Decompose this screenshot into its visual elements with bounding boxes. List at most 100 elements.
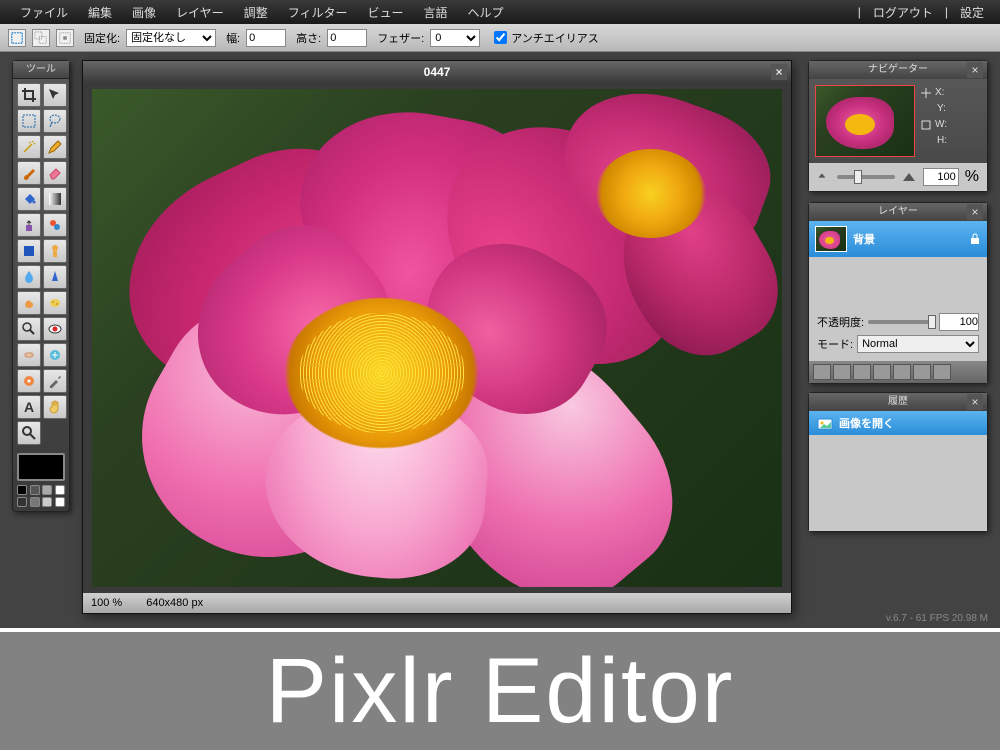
redeye-tool-icon[interactable] xyxy=(43,317,67,341)
clone-tool-icon[interactable] xyxy=(17,213,41,237)
navigator-thumbnail[interactable] xyxy=(815,85,915,157)
smudge-tool-icon[interactable] xyxy=(17,291,41,315)
navigator-title[interactable]: ナビゲーター × xyxy=(809,61,987,79)
swatch[interactable] xyxy=(42,485,52,495)
sharpen-tool-icon[interactable] xyxy=(43,265,67,289)
zoom-suffix: % xyxy=(965,168,979,186)
navigator-panel: ナビゲーター × X: Y: W: H: % xyxy=(808,60,988,192)
history-item[interactable]: 画像を開く xyxy=(809,411,987,435)
deform-tool-icon[interactable] xyxy=(43,239,67,263)
eraser-tool-icon[interactable] xyxy=(43,161,67,185)
close-icon[interactable]: × xyxy=(967,62,983,78)
selection-mode-add-icon[interactable] xyxy=(32,29,50,47)
pinch-tool-icon[interactable] xyxy=(17,369,41,393)
new-layer-icon[interactable] xyxy=(813,364,831,380)
canvas-dimensions: 640x480 px xyxy=(146,597,203,609)
brush-tool-icon[interactable] xyxy=(17,161,41,185)
lasso-tool-icon[interactable] xyxy=(43,109,67,133)
close-icon[interactable]: × xyxy=(967,204,983,220)
opacity-slider[interactable] xyxy=(868,320,935,324)
zoom-level: 100 % xyxy=(91,597,122,609)
width-input[interactable] xyxy=(246,29,286,47)
foreground-color[interactable] xyxy=(17,453,65,481)
menu-help[interactable]: ヘルプ xyxy=(458,4,514,21)
gradient-tool-icon[interactable] xyxy=(43,187,67,211)
canvas-window: 0447 × xyxy=(82,60,792,614)
swatch[interactable] xyxy=(17,497,27,507)
menu-image[interactable]: 画像 xyxy=(122,4,166,21)
lock-icon[interactable] xyxy=(969,233,981,245)
bucket-tool-icon[interactable] xyxy=(17,187,41,211)
up-icon[interactable] xyxy=(893,364,911,380)
layers-title-text: レイヤー xyxy=(878,206,918,217)
hand-tool-icon[interactable] xyxy=(43,395,67,419)
layers-title[interactable]: レイヤー × xyxy=(809,203,987,221)
close-icon[interactable]: × xyxy=(967,394,983,410)
sponge-tool-icon[interactable] xyxy=(43,291,67,315)
swatch[interactable] xyxy=(55,485,65,495)
eyedropper-tool-icon[interactable] xyxy=(43,369,67,393)
selection-mode-new-icon[interactable] xyxy=(8,29,26,47)
tools-panel: ツール A xyxy=(12,60,70,512)
selection-mode-subtract-icon[interactable] xyxy=(56,29,74,47)
close-icon[interactable]: × xyxy=(771,64,787,80)
menu-edit[interactable]: 編集 xyxy=(78,4,122,21)
color-swatches xyxy=(17,485,65,507)
menu-view[interactable]: ビュー xyxy=(357,4,413,21)
blur-tool-icon[interactable] xyxy=(17,265,41,289)
zoom-slider[interactable] xyxy=(837,175,895,179)
menu-layer[interactable]: レイヤー xyxy=(166,4,234,21)
app-banner: Pixlr Editor xyxy=(0,628,1000,750)
version-text: v.6.7 - 61 FPS 20.98 M xyxy=(886,613,988,624)
height-input[interactable] xyxy=(327,29,367,47)
styles-icon[interactable] xyxy=(853,364,871,380)
swatch[interactable] xyxy=(42,497,52,507)
wand-tool-icon[interactable] xyxy=(17,135,41,159)
merge-icon[interactable] xyxy=(933,364,951,380)
zoomout-icon[interactable] xyxy=(817,172,831,182)
opacity-label: 不透明度: xyxy=(817,314,864,330)
menu-filter[interactable]: フィルター xyxy=(278,4,358,21)
canvas-title[interactable]: 0447 × xyxy=(83,61,791,83)
down-icon[interactable] xyxy=(913,364,931,380)
menu-language[interactable]: 言語 xyxy=(413,4,457,21)
menu-settings[interactable]: 設定 xyxy=(954,4,990,21)
menu-adjust[interactable]: 調整 xyxy=(234,4,278,21)
bloat-tool-icon[interactable] xyxy=(43,343,67,367)
navigator-title-text: ナビゲーター xyxy=(868,64,928,75)
canvas-title-text: 0447 xyxy=(424,65,451,79)
crop-tool-icon[interactable] xyxy=(17,83,41,107)
dodge-tool-icon[interactable] xyxy=(17,317,41,341)
canvas-image[interactable] xyxy=(92,89,782,587)
move-tool-icon[interactable] xyxy=(43,83,67,107)
mask-icon[interactable] xyxy=(833,364,851,380)
mode-label: モード: xyxy=(817,336,853,352)
heal-tool-icon[interactable] xyxy=(17,343,41,367)
swatch[interactable] xyxy=(30,485,40,495)
marquee-tool-icon[interactable] xyxy=(17,109,41,133)
shape-tool-icon[interactable] xyxy=(17,239,41,263)
pencil-tool-icon[interactable] xyxy=(43,135,67,159)
feather-select[interactable]: 0 xyxy=(430,29,480,47)
zoomin-icon[interactable] xyxy=(901,171,917,183)
layer-row[interactable]: 背景 xyxy=(809,221,987,257)
antialias-checkbox[interactable] xyxy=(494,31,507,44)
zoom-tool-icon[interactable] xyxy=(17,421,41,445)
opacity-input[interactable] xyxy=(939,313,979,331)
history-title[interactable]: 履歴 × xyxy=(809,393,987,411)
swatch[interactable] xyxy=(17,485,27,495)
lock-select[interactable]: 固定化なし xyxy=(126,29,216,47)
options-bar: 固定化: 固定化なし 幅: 高さ: フェザー: 0 アンチエイリアス xyxy=(0,24,1000,52)
replace-color-tool-icon[interactable] xyxy=(43,213,67,237)
layers-panel: レイヤー × 背景 不透明度: モード xyxy=(808,202,988,384)
menu-separator: | xyxy=(852,5,867,19)
type-tool-icon[interactable]: A xyxy=(17,395,41,419)
blend-mode-select[interactable]: Normal xyxy=(857,335,979,353)
zoom-input[interactable] xyxy=(923,168,959,186)
menu-logout[interactable]: ログアウト xyxy=(867,4,939,21)
swatch[interactable] xyxy=(30,497,40,507)
delete-layer-icon[interactable] xyxy=(873,364,891,380)
swatch[interactable] xyxy=(55,497,65,507)
color-picker[interactable] xyxy=(13,449,69,511)
menu-file[interactable]: ファイル xyxy=(10,4,78,21)
